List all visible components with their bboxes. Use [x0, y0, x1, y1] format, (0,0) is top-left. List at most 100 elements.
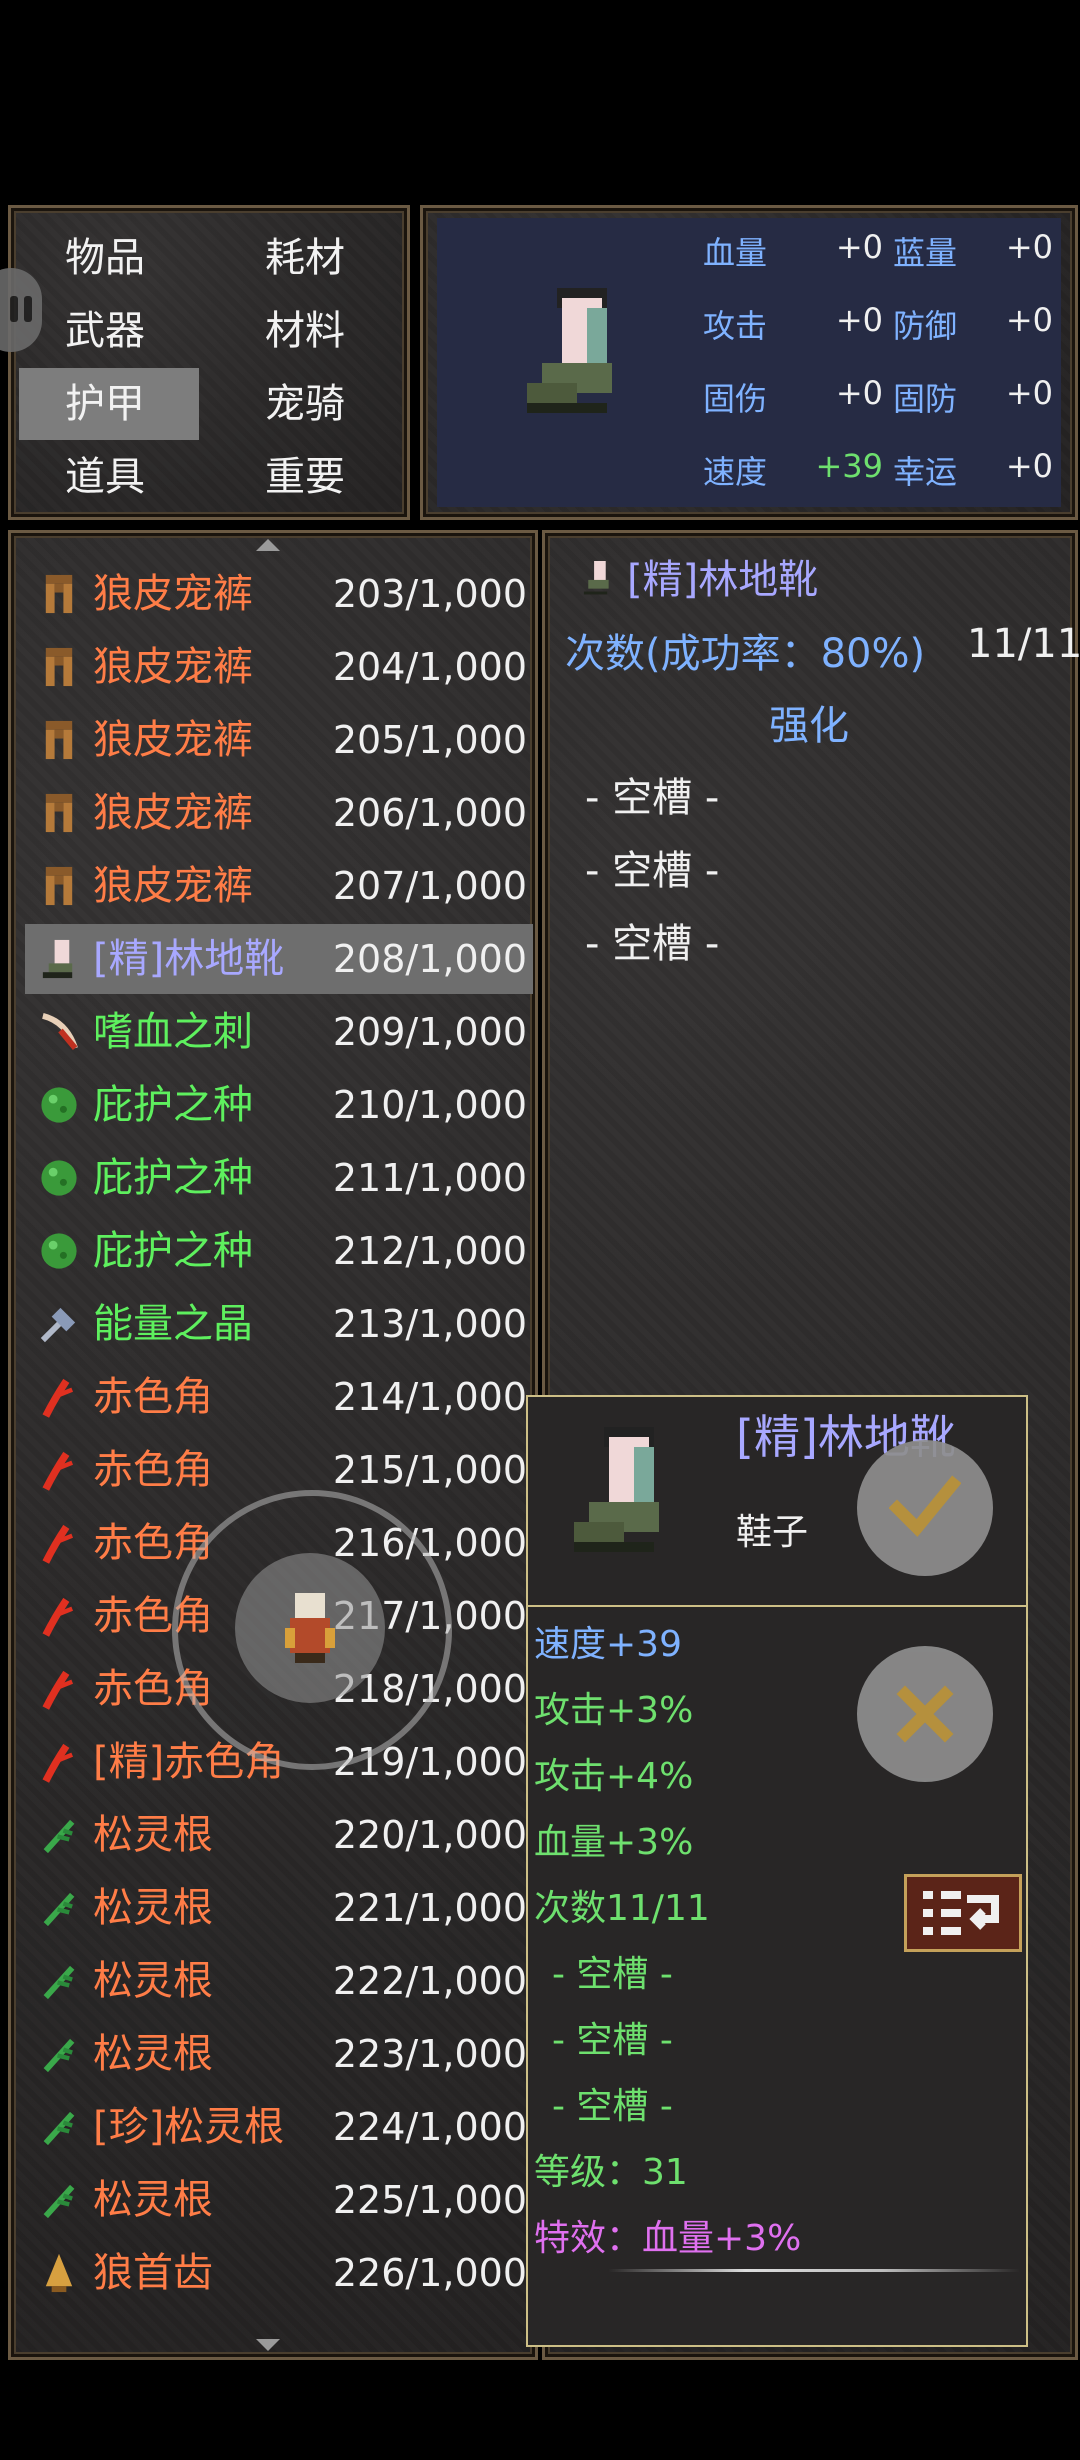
stat-label: 防御: [893, 307, 958, 345]
item-list[interactable]: 狼皮宠裤 203/1,000 狼皮宠裤 204/1,000 狼皮宠裤 205/1,000 狼…: [8, 530, 538, 2360]
detail-count-label: 次数(成功率：80%): [565, 631, 926, 677]
inventory-item-row[interactable]: 松灵根 220/1,000: [25, 1800, 533, 1870]
horn-icon: [37, 1594, 81, 1638]
category-tab[interactable]: 物品: [19, 222, 199, 294]
inventory-item-row[interactable]: 狼皮宠裤 206/1,000: [25, 778, 533, 848]
stat-value: +0: [1005, 301, 1053, 339]
item-quantity: 224/1,000: [332, 2105, 527, 2149]
tooltip-attribute: 次数11/11: [534, 1888, 710, 1929]
side-handle[interactable]: [0, 268, 42, 352]
item-name: 能量之晶: [93, 1301, 253, 1347]
inventory-item-row[interactable]: 松灵根 225/1,000: [25, 2165, 533, 2235]
category-tab[interactable]: 武器: [19, 295, 199, 367]
pants-icon: [37, 718, 81, 762]
swap-icon: [923, 1891, 999, 1935]
horn-icon: [37, 1521, 81, 1565]
stat-value: +0: [1005, 374, 1053, 412]
boot-icon: [583, 561, 609, 595]
item-quantity: 222/1,000: [332, 1959, 527, 2003]
character-avatar-icon: [285, 1593, 335, 1663]
stat-value: +0: [1005, 228, 1053, 266]
category-tab[interactable]: 护甲: [19, 368, 199, 440]
joystick-knob[interactable]: [235, 1553, 385, 1703]
inventory-item-row[interactable]: [珍]松灵根 224/1,000: [25, 2092, 533, 2162]
tooltip-divider: [528, 1605, 1026, 1607]
category-tab[interactable]: 重要: [219, 441, 399, 513]
category-tab[interactable]: 材料: [219, 295, 399, 367]
inventory-item-row[interactable]: 狼首齿 226/1,000: [25, 2238, 533, 2308]
root-icon: [37, 1886, 81, 1930]
item-quantity: 206/1,000: [332, 791, 527, 835]
tooltip-attribute: 等级：31: [534, 2152, 688, 2193]
scroll-up-arrow[interactable]: [256, 539, 280, 551]
inventory-item-row[interactable]: 庇护之种 212/1,000: [25, 1216, 533, 1286]
category-tab[interactable]: 道具: [19, 441, 199, 513]
pants-icon: [37, 645, 81, 689]
inventory-item-row[interactable]: [精]林地靴 208/1,000: [25, 924, 533, 994]
stat-label: 固防: [893, 380, 958, 418]
root-icon: [37, 1959, 81, 2003]
pants-icon: [37, 572, 81, 616]
item-name: 松灵根: [93, 2031, 213, 2077]
inventory-item-row[interactable]: 狼皮宠裤 207/1,000: [25, 851, 533, 921]
item-name: 狼皮宠裤: [93, 790, 253, 836]
inventory-item-row[interactable]: 庇护之种 211/1,000: [25, 1143, 533, 1213]
item-name: [珍]松灵根: [93, 2104, 285, 2150]
stat-label: 幸运: [893, 453, 958, 491]
boot-icon: [37, 937, 81, 981]
inventory-item-row[interactable]: 狼皮宠裤 204/1,000: [25, 632, 533, 702]
inventory-item-row[interactable]: 能量之晶 213/1,000: [25, 1289, 533, 1359]
item-name: 嗜血之刺: [93, 1009, 253, 1055]
enhance-label[interactable]: 强化: [769, 693, 849, 751]
crystal-icon: [37, 1302, 81, 1346]
horn-icon: [37, 1667, 81, 1711]
item-quantity: 220/1,000: [332, 1813, 527, 1857]
item-quantity: 223/1,000: [332, 2032, 527, 2076]
stat-label: 血量: [703, 234, 768, 272]
pants-icon: [37, 864, 81, 908]
horn-icon: [37, 1375, 81, 1419]
inventory-item-row[interactable]: 松灵根 221/1,000: [25, 1873, 533, 1943]
stat-value: +0: [835, 228, 883, 266]
item-name: 松灵根: [93, 1958, 213, 2004]
item-quantity: 225/1,000: [332, 2178, 527, 2222]
category-tab[interactable]: 耗材: [219, 222, 399, 294]
item-quantity: 226/1,000: [332, 2251, 527, 2295]
tooltip-attribute: 血量+3%: [534, 1822, 694, 1863]
seed-icon: [37, 1083, 81, 1127]
tooltip-attribute: 特效：血量+3%: [534, 2218, 802, 2259]
item-name: 赤色角: [93, 1374, 213, 1420]
inventory-item-row[interactable]: 狼皮宠裤 205/1,000: [25, 705, 533, 775]
cancel-button[interactable]: [857, 1646, 993, 1782]
item-name: 庇护之种: [93, 1228, 253, 1274]
item-name: 狼皮宠裤: [93, 717, 253, 763]
stat-value: +39: [815, 447, 883, 485]
tooltip-attribute: 攻击+3%: [534, 1690, 694, 1731]
tooltip-item-type: 鞋子: [736, 1512, 809, 1553]
inventory-item-row[interactable]: 庇护之种 210/1,000: [25, 1070, 533, 1140]
item-name: 松灵根: [93, 1885, 213, 1931]
empty-slot: - 空槽 -: [585, 775, 720, 821]
boot-icon: [527, 288, 612, 413]
seed-icon: [37, 1156, 81, 1200]
tooltip-attribute: - 空槽 -: [552, 1954, 673, 1995]
stat-label: 蓝量: [893, 234, 958, 272]
category-tab[interactable]: 宠骑: [219, 368, 399, 440]
confirm-button[interactable]: [857, 1440, 993, 1576]
item-quantity: 205/1,000: [332, 718, 527, 762]
inventory-item-row[interactable]: 狼皮宠裤 203/1,000: [25, 559, 533, 629]
inventory-item-row[interactable]: 嗜血之刺 209/1,000: [25, 997, 533, 1067]
stat-value: +0: [835, 374, 883, 412]
compare-button[interactable]: [904, 1874, 1022, 1952]
item-name: 狼皮宠裤: [93, 571, 253, 617]
tooltip-attribute: - 空槽 -: [552, 2086, 673, 2127]
item-name: 狼皮宠裤: [93, 644, 253, 690]
item-quantity: 214/1,000: [332, 1375, 527, 1419]
item-quantity: 210/1,000: [332, 1083, 527, 1127]
scroll-down-arrow[interactable]: [256, 2339, 280, 2351]
tooth-icon: [37, 2251, 81, 2295]
inventory-item-row[interactable]: 松灵根 222/1,000: [25, 1946, 533, 2016]
inventory-item-row[interactable]: 赤色角 214/1,000: [25, 1362, 533, 1432]
inventory-item-row[interactable]: 松灵根 223/1,000: [25, 2019, 533, 2089]
root-icon: [37, 2032, 81, 2076]
